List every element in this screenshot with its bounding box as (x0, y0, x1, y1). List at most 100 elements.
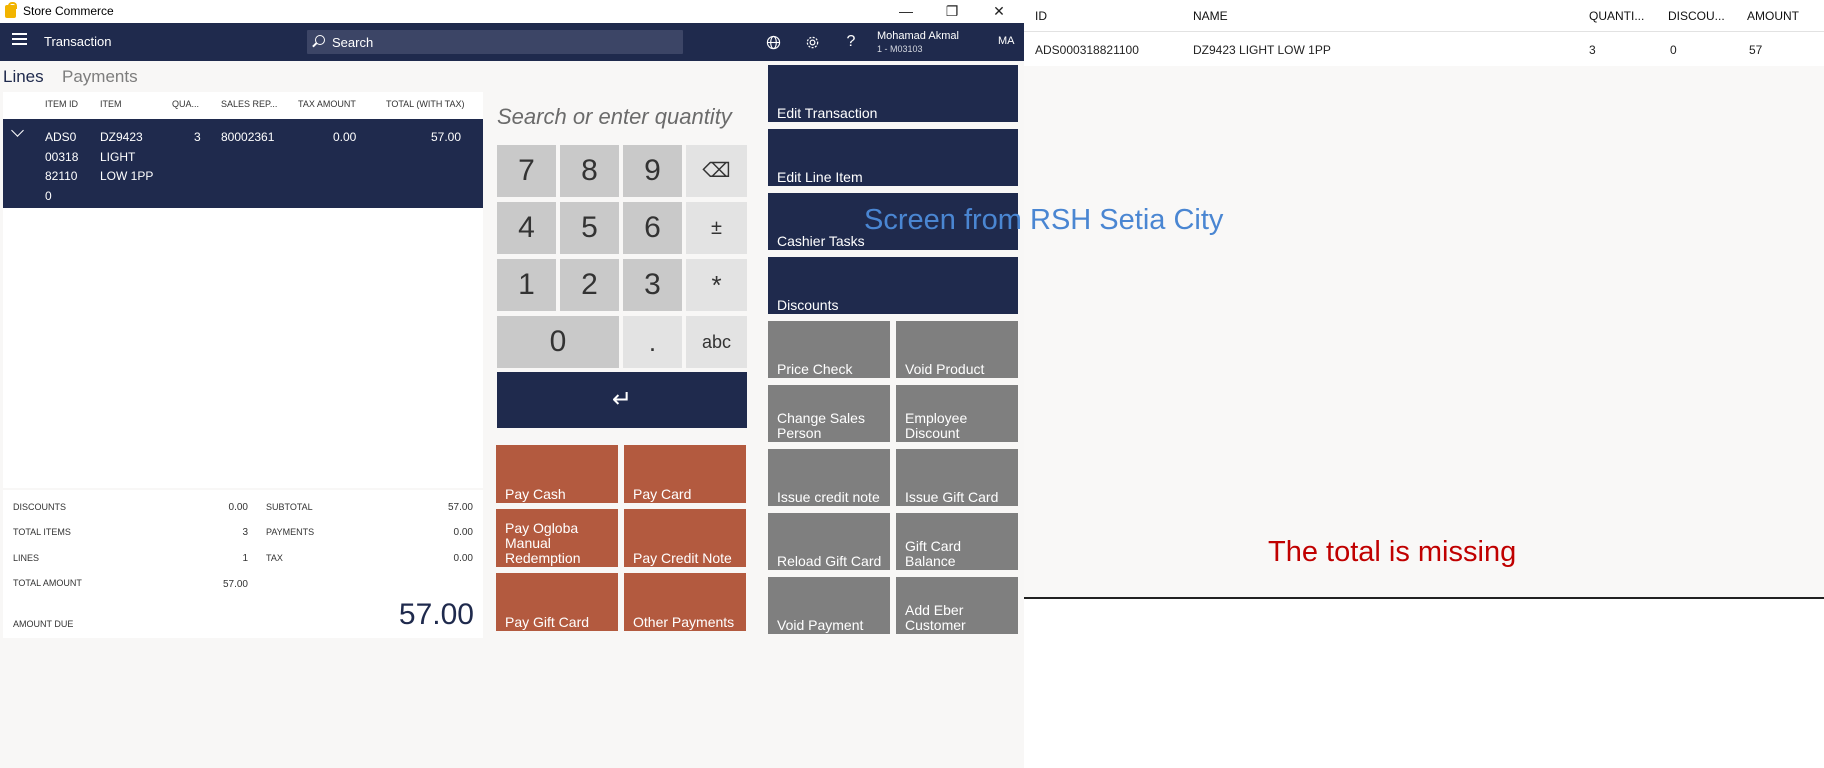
cashier-tasks-label: Cashier Tasks (777, 233, 865, 249)
employee-discount-button[interactable]: Employee Discount (896, 385, 1018, 442)
numpad-key-1[interactable]: 1 (497, 259, 556, 311)
close-button[interactable]: ✕ (976, 0, 1022, 23)
col-header-quantity[interactable]: QUA... (172, 99, 199, 109)
numpad-key-6[interactable]: 6 (623, 202, 682, 254)
numpad-key-2[interactable]: 2 (560, 259, 619, 311)
receipt-header-amount: AMOUNT (1747, 9, 1799, 23)
store-bag-icon (5, 2, 17, 18)
globe-icon[interactable] (762, 31, 784, 53)
numpad-key-7[interactable]: 7 (497, 145, 556, 197)
avatar[interactable]: MA (998, 35, 1015, 47)
lines-value: 1 (242, 553, 248, 564)
numpad-key-5[interactable]: 5 (560, 202, 619, 254)
abc-key[interactable]: abc (686, 316, 747, 368)
cell-sales-rep: 80002361 (221, 130, 275, 144)
discounts-value: 0.00 (228, 502, 248, 513)
change-sales-person-label: Change Sales Person (777, 410, 865, 441)
payments-label: PAYMENTS (266, 527, 315, 537)
void-product-label: Void Product (905, 361, 985, 377)
void-payment-button[interactable]: Void Payment (768, 577, 890, 634)
quantity-search-input[interactable]: Search or enter quantity (497, 104, 747, 136)
hamburger-menu-icon[interactable] (12, 33, 27, 45)
col-header-item-id[interactable]: ITEM ID (45, 99, 78, 109)
col-header-item[interactable]: ITEM (100, 99, 122, 109)
help-icon[interactable]: ? (840, 31, 862, 53)
numpad-key-9[interactable]: 9 (623, 145, 682, 197)
discounts-label: DISCOUNTS (13, 502, 67, 512)
employee-discount-label: Employee Discount (905, 410, 968, 441)
total-amount-value: 57.00 (222, 579, 248, 590)
change-sales-person-button[interactable]: Change Sales Person (768, 385, 890, 442)
nav-bar: Transaction Search ? Mohamad Akmal 1 - M… (0, 23, 1024, 61)
subtotal-value: 57.00 (447, 502, 473, 513)
receipt-cell-quantity: 3 (1589, 43, 1596, 57)
gift-card-balance-button[interactable]: Gift Card Balance (896, 513, 1018, 570)
receipt-divider (1024, 31, 1824, 32)
total-items-label: TOTAL ITEMS (13, 527, 71, 537)
total-amount-label: TOTAL AMOUNT (13, 578, 82, 588)
numpad-key-4[interactable]: 4 (497, 202, 556, 254)
edit-transaction-button[interactable]: Edit Transaction (768, 65, 1018, 122)
receipt-header-quantity: QUANTI... (1589, 9, 1645, 23)
chevron-down-icon[interactable] (11, 124, 24, 137)
pay-ogloba-label: Pay Ogloba Manual Redemption (505, 520, 581, 566)
screen-source-note: Screen from RSH Setia City (864, 204, 1224, 236)
numpad-key-3[interactable]: 3 (623, 259, 682, 311)
lines-grid: ITEM ID ITEM QUA... SALES REP... TAX AMO… (3, 92, 483, 488)
tab-lines[interactable]: Lines (3, 67, 44, 87)
search-placeholder: Search (332, 35, 374, 50)
pay-ogloba-button[interactable]: Pay Ogloba Manual Redemption (496, 509, 618, 567)
backspace-icon[interactable]: ⌫ (686, 145, 747, 197)
col-header-total[interactable]: TOTAL (WITH TAX) (386, 99, 465, 109)
edit-line-item-button[interactable]: Edit Line Item (768, 129, 1018, 186)
pay-gift-card-button[interactable]: Pay Gift Card (496, 573, 618, 631)
void-product-button[interactable]: Void Product (896, 321, 1018, 378)
cell-tax-amount: 0.00 (333, 130, 357, 144)
other-payments-label: Other Payments (633, 614, 735, 630)
col-header-tax-amount[interactable]: TAX AMOUNT (298, 99, 356, 109)
col-header-sales-rep[interactable]: SALES REP... (221, 99, 277, 109)
tab-payments[interactable]: Payments (62, 67, 138, 87)
pay-credit-note-button[interactable]: Pay Credit Note (624, 509, 746, 567)
discounts-button[interactable]: Discounts (768, 257, 1018, 314)
pos-window: Store Commerce — ❐ ✕ Transaction Search … (0, 0, 1024, 768)
add-eber-customer-label: Add Eber Customer (905, 602, 966, 633)
price-check-button[interactable]: Price Check (768, 321, 890, 378)
title-bar: Store Commerce — ❐ ✕ (0, 0, 1024, 23)
add-eber-customer-button[interactable]: Add Eber Customer (896, 577, 1018, 634)
issue-credit-note-button[interactable]: Issue credit note (768, 449, 890, 506)
edit-transaction-label: Edit Transaction (777, 105, 878, 121)
pay-cash-button[interactable]: Pay Cash (496, 445, 618, 503)
multiply-key[interactable]: * (686, 259, 747, 311)
plus-minus-key[interactable]: ± (686, 202, 747, 254)
pay-card-label: Pay Card (633, 486, 692, 502)
minimize-button[interactable]: — (883, 0, 929, 23)
receipt-header-discount: DISCOU... (1668, 9, 1725, 23)
restore-button[interactable]: ❐ (929, 0, 975, 23)
gift-card-balance-label: Gift Card Balance (905, 538, 962, 569)
other-payments-button[interactable]: Other Payments (624, 573, 746, 631)
issue-gift-card-button[interactable]: Issue Gift Card (896, 449, 1018, 506)
decimal-key[interactable]: . (623, 316, 682, 368)
numpad-key-0[interactable]: 0 (497, 316, 619, 368)
gear-icon[interactable] (801, 31, 823, 53)
numpad-key-8[interactable]: 8 (560, 145, 619, 197)
app-title: Store Commerce (23, 4, 114, 18)
reload-gift-card-button[interactable]: Reload Gift Card (768, 513, 890, 570)
amount-due-label: AMOUNT DUE (13, 619, 74, 629)
pay-card-button[interactable]: Pay Card (624, 445, 746, 503)
receipt-bottom-line (1024, 597, 1824, 599)
subtotal-label: SUBTOTAL (266, 502, 313, 512)
cell-item-id: ADS0 00318 82110 0 (45, 130, 79, 203)
lines-label: LINES (13, 553, 40, 563)
receipt-body (1024, 66, 1824, 598)
user-name: Mohamad Akmal (877, 30, 959, 42)
payments-value: 0.00 (453, 527, 473, 538)
enter-button[interactable]: ↵ (497, 372, 747, 428)
reload-gift-card-label: Reload Gift Card (777, 553, 882, 569)
search-icon (315, 35, 325, 45)
pay-credit-note-label: Pay Credit Note (633, 550, 732, 566)
cell-total: 57.00 (431, 130, 462, 144)
table-row[interactable]: ADS0 00318 82110 0 DZ9423 LIGHT LOW 1PP … (3, 119, 483, 208)
search-input[interactable]: Search (307, 30, 683, 54)
